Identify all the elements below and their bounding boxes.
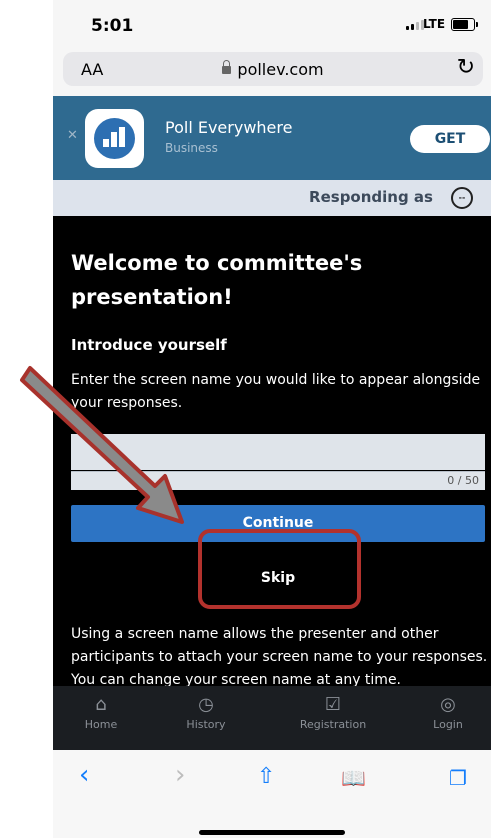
annotation-highlight-box xyxy=(198,529,361,609)
annotation-arrow xyxy=(20,366,184,524)
